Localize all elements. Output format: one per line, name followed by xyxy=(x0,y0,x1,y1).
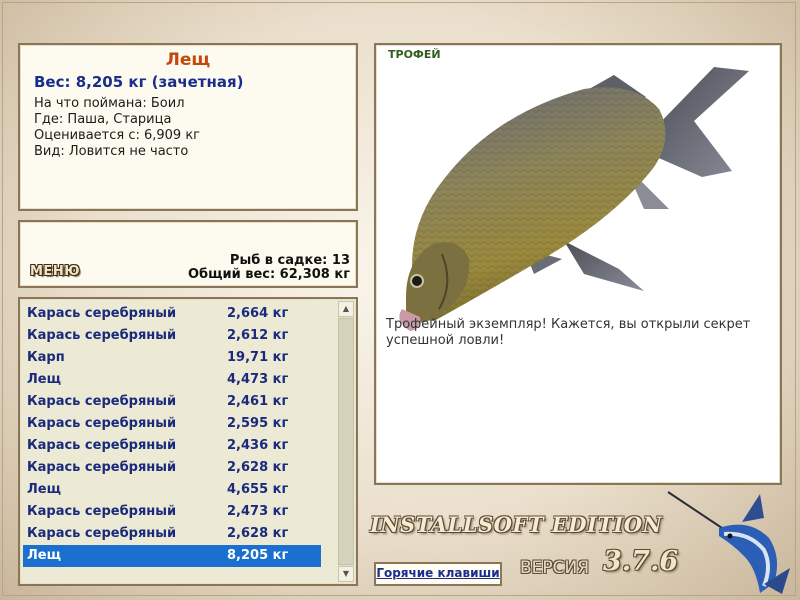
catch-fish-name: Карась серебряный xyxy=(27,328,177,343)
catch-list-row[interactable]: Карась серебряный 2,664 кг xyxy=(23,303,321,325)
catch-fish-weight: 2,595 кг xyxy=(227,416,289,431)
version-label: ВЕРСИЯ xyxy=(520,558,590,578)
catch-list-row[interactable]: Карась серебряный 2,628 кг xyxy=(23,523,321,545)
catch-fish-name: Лещ xyxy=(27,548,61,563)
catch-list-row[interactable]: Карась серебряный 2,461 кг xyxy=(23,391,321,413)
hotkeys-label: Горячие клавиши xyxy=(376,566,500,580)
scroll-thumb[interactable] xyxy=(338,318,354,565)
catch-fish-name: Карась серебряный xyxy=(27,394,177,409)
keepnet-summary-panel: МЕНЮ Рыб в садке: 13 Общий вес: 62,308 к… xyxy=(18,220,358,288)
bait-info: На что поймана: Боил xyxy=(34,96,185,111)
catch-fish-weight: 4,473 кг xyxy=(227,372,289,387)
scrollbar[interactable]: ▲ ▼ xyxy=(338,301,354,582)
edition-logo-text: INSTALLSOFT EDITION xyxy=(370,512,663,537)
trophy-description: Трофейный экземпляр! Кажется, вы открыли… xyxy=(386,317,751,348)
menu-button[interactable]: МЕНЮ xyxy=(30,264,80,279)
catch-list-row[interactable]: Карась серебряный 2,612 кг xyxy=(23,325,321,347)
catch-fish-name: Карп xyxy=(27,350,65,365)
fish-name: Лещ xyxy=(165,50,211,70)
catch-fish-name: Карась серебряный xyxy=(27,306,177,321)
catch-list-row[interactable]: Карась серебряный 2,436 кг xyxy=(23,435,321,457)
location-info: Где: Паша, Старица xyxy=(34,112,172,127)
catch-fish-weight: 19,71 кг xyxy=(227,350,289,365)
catch-fish-weight: 2,612 кг xyxy=(227,328,289,343)
bream-fish-image xyxy=(399,67,749,331)
catch-list-row[interactable]: Карась серебряный 2,473 кг xyxy=(23,501,321,523)
catch-fish-weight: 2,461 кг xyxy=(227,394,289,409)
marlin-logo xyxy=(667,491,790,594)
catch-fish-weight: 2,664 кг xyxy=(227,306,289,321)
catch-list-row[interactable]: Лещ 8,205 кг xyxy=(23,545,321,567)
fish-info-panel: Лещ Вес: 8,205 кг (зачетная) На что пойм… xyxy=(18,43,358,211)
catch-list-row[interactable]: Лещ 4,473 кг xyxy=(23,369,321,391)
catch-fish-weight: 2,436 кг xyxy=(227,438,289,453)
catch-list-row[interactable]: Лещ 4,655 кг xyxy=(23,479,321,501)
catch-fish-name: Карась серебряный xyxy=(27,438,177,453)
fish-count: Рыб в садке: 13 xyxy=(229,253,350,268)
catch-fish-name: Карась серебряный xyxy=(27,526,177,541)
catch-fish-name: Карась серебряный xyxy=(27,504,177,519)
catch-fish-weight: 4,655 кг xyxy=(227,482,289,497)
scroll-down-button[interactable]: ▼ xyxy=(338,566,354,582)
catch-list-row[interactable]: Карась серебряный 2,595 кг xyxy=(23,413,321,435)
rated-from-info: Оценивается с: 6,909 кг xyxy=(34,128,201,143)
total-weight: Общий вес: 62,308 кг xyxy=(187,267,350,282)
catch-list-row[interactable]: Карась серебряный 2,628 кг xyxy=(23,457,321,479)
catch-fish-name: Карась серебряный xyxy=(27,460,177,475)
catch-list[interactable]: Карась серебряный 2,664 кг Карась серебрян… xyxy=(18,297,358,586)
hotkeys-button[interactable]: Горячие клавиши xyxy=(374,562,502,586)
catch-list-row[interactable]: Карп 19,71 кг xyxy=(23,347,321,369)
catch-fish-weight: 2,628 кг xyxy=(227,460,289,475)
catch-fish-name: Лещ xyxy=(27,372,61,387)
catch-fish-weight: 8,205 кг xyxy=(227,548,289,563)
catch-fish-name: Лещ xyxy=(27,482,61,497)
catch-fish-weight: 2,628 кг xyxy=(227,526,289,541)
trophy-panel: ТРОФЕЙ Трофейный экземпляр! Кажется, вы … xyxy=(374,43,782,485)
species-note: Вид: Ловится не часто xyxy=(34,144,189,159)
catch-fish-name: Карась серебряный xyxy=(27,416,177,431)
fish-weight: Вес: 8,205 кг (зачетная) xyxy=(34,73,244,91)
catch-fish-weight: 2,473 кг xyxy=(227,504,289,519)
scroll-up-button[interactable]: ▲ xyxy=(338,301,354,317)
